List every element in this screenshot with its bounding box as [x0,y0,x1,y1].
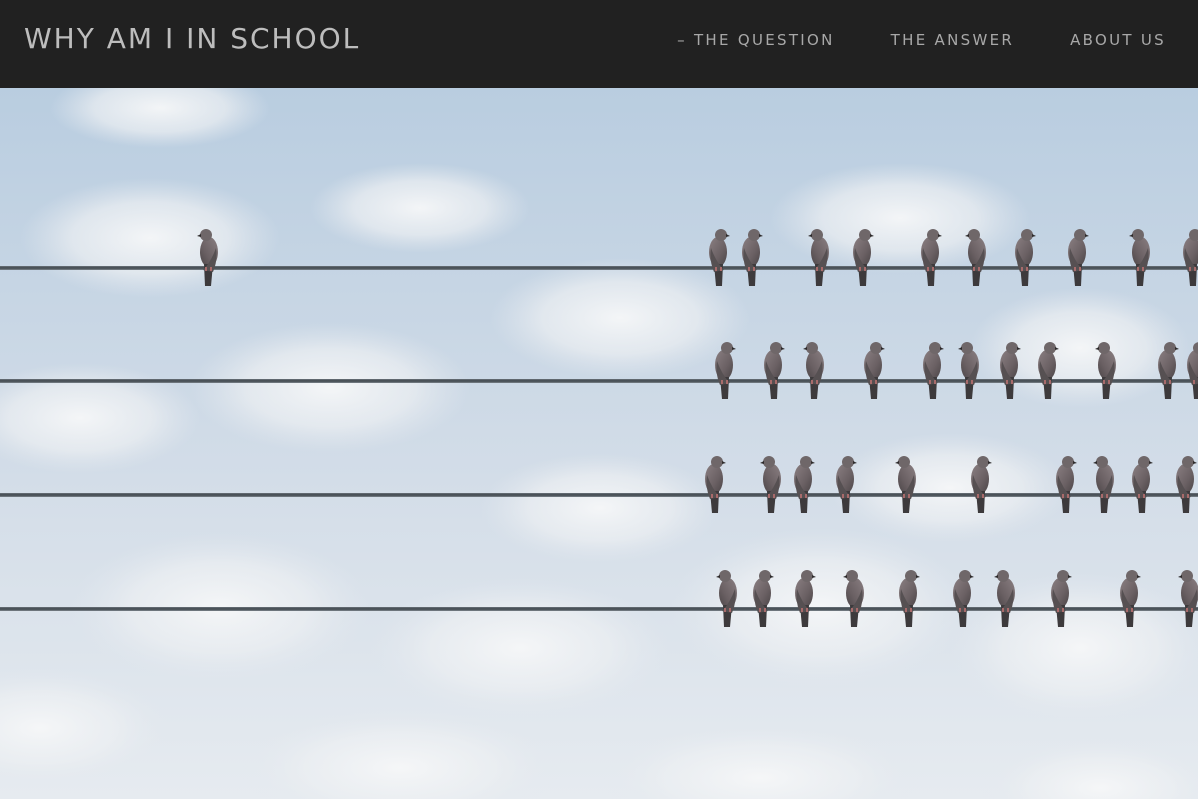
cloud [490,258,750,378]
cloud [950,573,1198,723]
wire-4 [0,607,1198,611]
wire-3 [0,493,1198,497]
cloud [20,178,280,298]
cloud [370,578,670,718]
cloud [830,433,1070,543]
wire-2 [0,379,1198,383]
hero-image [0,88,1198,799]
cloud [190,323,470,453]
main-nav: – THE QUESTION THE ANSWER ABOUT US [677,31,1166,49]
cloud [770,163,1030,273]
nav-item-the-question[interactable]: – THE QUESTION [677,31,835,49]
nav-item-about-us[interactable]: ABOUT US [1070,31,1166,49]
site-title[interactable]: WHY AM I IN SCHOOL [24,22,360,55]
site-header: WHY AM I IN SCHOOL – THE QUESTION THE AN… [0,0,1198,88]
cloud [310,163,530,253]
pigeons-on-wires-illustration [0,88,1198,799]
cloud [480,453,720,563]
cloud [970,288,1190,408]
nav-item-the-answer[interactable]: THE ANSWER [891,31,1014,49]
